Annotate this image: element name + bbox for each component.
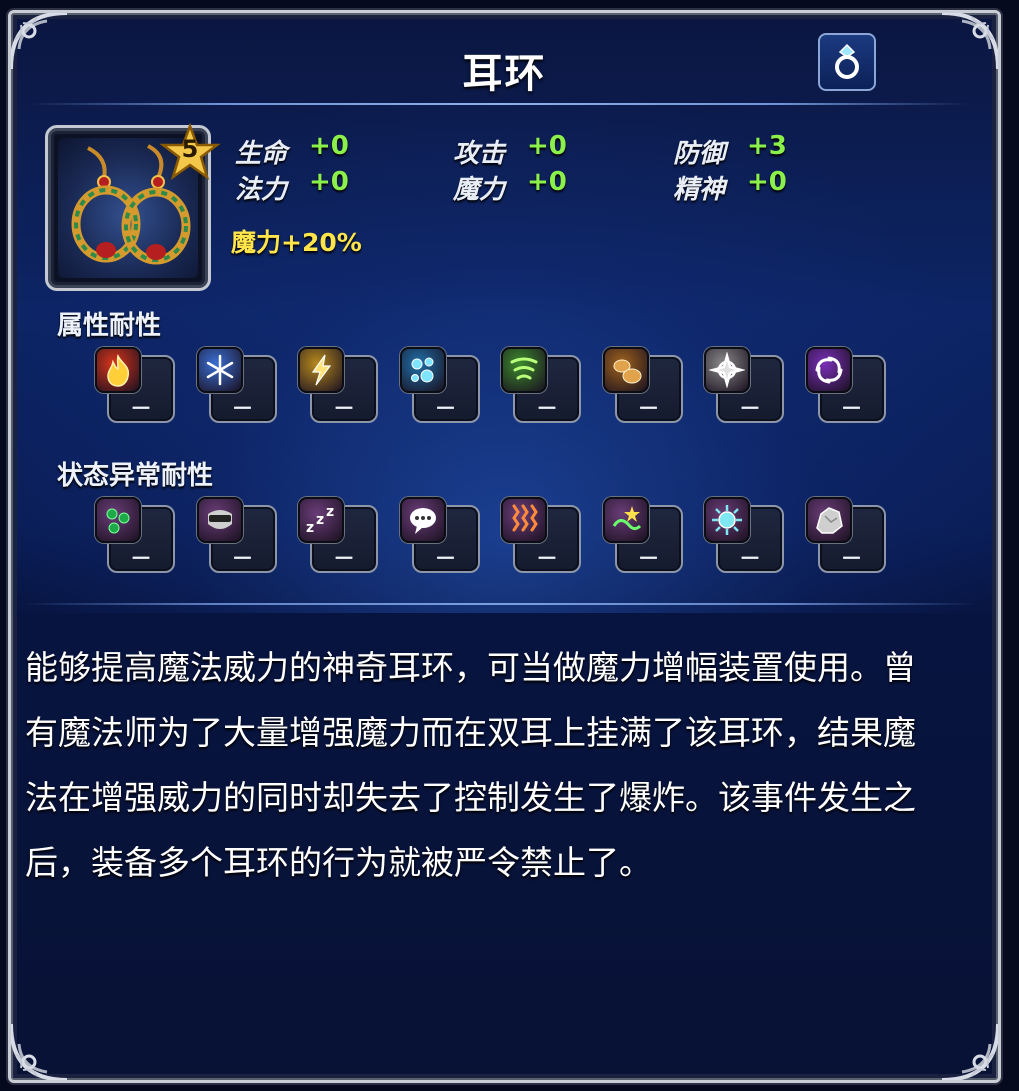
resistance-value: － bbox=[231, 547, 254, 572]
resistance-value: － bbox=[434, 547, 457, 572]
resistance-value: － bbox=[129, 397, 152, 422]
poison-icon bbox=[95, 497, 141, 543]
description-line: 法在增强威力的同时却失去了控制发生了爆炸。该事件发生之 bbox=[25, 778, 916, 817]
stat-value-attack: +0 bbox=[527, 131, 567, 161]
disease-icon bbox=[704, 497, 750, 543]
stat-label-attack: 攻击 bbox=[453, 139, 506, 169]
status-resistance-cell[interactable]: － bbox=[805, 497, 890, 577]
status-resistance-cell[interactable]: － bbox=[399, 497, 484, 577]
title-divider bbox=[31, 103, 968, 105]
bonus-effect: 魔力+20% bbox=[231, 228, 362, 257]
item-description: 能够提高魔法威力的神奇耳环，可当做魔力增幅装置使用。曾 有魔法师为了大量增强魔力… bbox=[25, 635, 955, 895]
resistance-value: － bbox=[129, 547, 152, 572]
status-resistance-cell[interactable]: － bbox=[602, 497, 687, 577]
status-resistance-cell[interactable]: － bbox=[704, 497, 788, 577]
item-detail-panel: 耳环 5 生命 +0 攻击 +0 防御 +3 法力 +0 魔力 +0 精神 +0… bbox=[8, 10, 1001, 1083]
resistance-value: － bbox=[738, 397, 761, 422]
stat-label-hp: 生命 bbox=[235, 139, 288, 169]
resistance-value: － bbox=[637, 547, 660, 572]
corner-ornament-icon bbox=[11, 1014, 77, 1080]
status-resistance-cell[interactable]: － bbox=[196, 497, 281, 577]
stat-label-magic: 魔力 bbox=[453, 175, 506, 205]
status-resistance-cell[interactable]: － bbox=[501, 497, 585, 577]
stat-value-hp: +0 bbox=[309, 131, 349, 161]
blind-icon bbox=[196, 497, 243, 543]
corner-ornament-icon bbox=[932, 1014, 998, 1080]
paralyze-icon bbox=[501, 497, 547, 543]
lightning-icon bbox=[298, 347, 344, 393]
status-resistance-label: 状态异常耐性 bbox=[57, 461, 214, 491]
sleep-icon: zzz bbox=[298, 497, 344, 543]
stat-value-mp: +0 bbox=[309, 167, 349, 197]
stat-value-magic: +0 bbox=[527, 167, 567, 197]
fire-icon bbox=[95, 347, 141, 393]
description-line: 有魔法师为了大量增强魔力而在双耳上挂满了该耳环，结果魔 bbox=[25, 713, 916, 752]
elemental-resistance-cell[interactable]: － bbox=[704, 347, 788, 427]
elemental-resistance-cell[interactable]: － bbox=[196, 347, 281, 427]
resistance-value: － bbox=[332, 547, 355, 572]
stat-label-defense: 防御 bbox=[673, 139, 726, 169]
elemental-resistance-label: 属性耐性 bbox=[57, 311, 162, 341]
section-divider bbox=[23, 603, 978, 605]
wind-icon bbox=[501, 347, 547, 393]
description-line: 能够提高魔法威力的神奇耳环，可当做魔力增幅装置使用。曾 bbox=[25, 648, 916, 687]
svg-text:z: z bbox=[306, 520, 314, 536]
stat-label-spirit: 精神 bbox=[673, 175, 726, 205]
resistance-value: － bbox=[637, 397, 660, 422]
resistance-value: － bbox=[840, 547, 863, 572]
status-resistance-cell[interactable]: － bbox=[95, 497, 179, 577]
elemental-resistance-cell[interactable]: － bbox=[95, 347, 179, 427]
elemental-resistance-cell[interactable]: － bbox=[805, 347, 890, 427]
earth-icon bbox=[602, 347, 649, 393]
resistance-value: － bbox=[840, 397, 863, 422]
status-resistance-cell[interactable]: z z z － bbox=[298, 497, 382, 577]
rarity-value: 5 bbox=[181, 135, 199, 163]
dark-icon bbox=[805, 347, 852, 393]
stat-value-spirit: +0 bbox=[747, 167, 787, 197]
elemental-resistance-cell[interactable]: － bbox=[501, 347, 585, 427]
stat-value-defense: +3 bbox=[747, 131, 787, 161]
svg-text:z: z bbox=[326, 504, 334, 520]
resistance-value: － bbox=[738, 547, 761, 572]
holy-icon bbox=[704, 347, 750, 393]
silence-icon bbox=[399, 497, 446, 543]
stat-label-mp: 法力 bbox=[235, 175, 288, 205]
elemental-resistance-cell[interactable]: － bbox=[602, 347, 687, 427]
ice-icon bbox=[196, 347, 243, 393]
svg-text:z: z bbox=[316, 512, 324, 528]
resistance-value: － bbox=[231, 397, 254, 422]
resistance-value: － bbox=[332, 397, 355, 422]
elemental-resistance-cell[interactable]: － bbox=[399, 347, 484, 427]
confuse-icon bbox=[602, 497, 649, 543]
elemental-resistance-cell[interactable]: － bbox=[298, 347, 382, 427]
petrify-icon bbox=[805, 497, 852, 543]
ring-icon bbox=[835, 43, 859, 79]
description-line: 后，装备多个耳环的行为就被严令禁止了。 bbox=[25, 843, 652, 882]
resistance-value: － bbox=[535, 547, 558, 572]
resistance-value: － bbox=[434, 397, 457, 422]
accessory-type-button[interactable] bbox=[818, 33, 876, 91]
water-icon bbox=[399, 347, 446, 393]
resistance-value: － bbox=[535, 397, 558, 422]
